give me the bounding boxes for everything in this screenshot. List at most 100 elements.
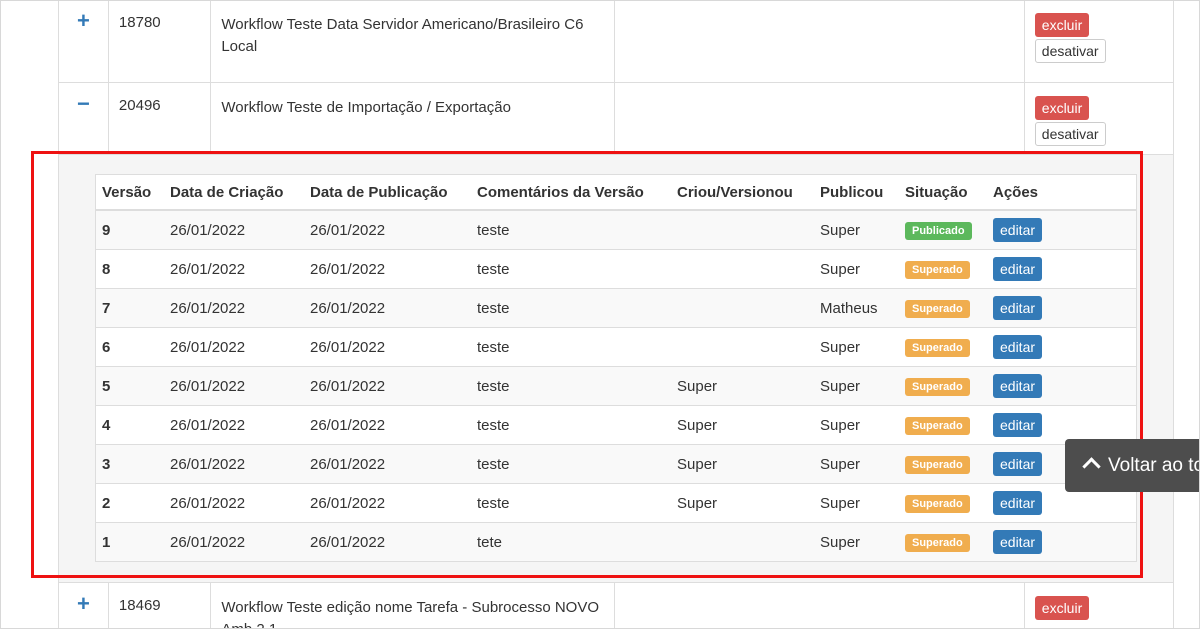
edit-button[interactable]: editar: [993, 374, 1043, 398]
creation-date: 26/01/2022: [164, 405, 304, 445]
creation-date: 26/01/2022: [164, 444, 304, 484]
collapse-minus-icon[interactable]: −: [77, 93, 90, 115]
version-comment: teste: [471, 405, 671, 445]
version-row: 3 26/01/2022 26/01/2022 teste Super Super Supe…: [95, 444, 1137, 484]
actions-cell: excluir: [1023, 582, 1175, 628]
creation-date: 26/01/2022: [164, 288, 304, 328]
expand-plus-icon[interactable]: +: [77, 593, 90, 615]
version-number: 8: [95, 249, 164, 289]
version-comment: teste: [471, 288, 671, 328]
publication-date: 26/01/2022: [304, 366, 471, 406]
publication-date: 26/01/2022: [304, 327, 471, 367]
version-row: 8 26/01/2022 26/01/2022 teste Super Superado e…: [95, 249, 1137, 289]
expand-plus-icon[interactable]: +: [77, 10, 90, 32]
status-badge: Superado: [905, 299, 970, 318]
expand-cell: +: [58, 1, 109, 83]
created-by: [671, 327, 814, 367]
version-number: 5: [95, 366, 164, 406]
edit-button[interactable]: editar: [993, 296, 1043, 320]
actions-cell: editar: [987, 327, 1137, 367]
workflow-row: + 18780 Workflow Teste Data Servidor Ame…: [58, 1, 1175, 83]
created-by: [671, 249, 814, 289]
publication-date: 26/01/2022: [304, 209, 471, 250]
published-by: Super: [814, 483, 899, 523]
workflow-id: 18469: [107, 582, 212, 628]
published-by: Super: [814, 444, 899, 484]
versions-expanded-row: Versão Data de Criação Data de Publicaçã…: [58, 154, 1174, 583]
published-by: Super: [814, 366, 899, 406]
workflow-id: 20496: [107, 82, 212, 155]
back-to-top-button[interactable]: Voltar ao topo: [1065, 439, 1199, 492]
workflow-table: + 18780 Workflow Teste Data Servidor Ame…: [58, 1, 1175, 628]
edit-button[interactable]: editar: [993, 335, 1043, 359]
edit-button[interactable]: editar: [993, 452, 1043, 476]
publication-date: 26/01/2022: [304, 483, 471, 523]
edit-button[interactable]: editar: [993, 218, 1043, 242]
disable-button[interactable]: desativar: [1034, 122, 1106, 146]
creation-date: 26/01/2022: [164, 366, 304, 406]
status-badge: Superado: [905, 455, 970, 474]
version-comment: teste: [471, 327, 671, 367]
status-cell: Superado: [899, 327, 987, 367]
workflow-name: Workflow Teste de Importação / Exportaçã…: [210, 82, 615, 155]
versions-header-row: Versão Data de Criação Data de Publicaçã…: [95, 174, 1137, 211]
publication-date: 26/01/2022: [304, 444, 471, 484]
page-frame: + 18780 Workflow Teste Data Servidor Ame…: [0, 0, 1200, 629]
published-by: Super: [814, 327, 899, 367]
col-data-criacao: Data de Criação: [164, 174, 304, 211]
version-row: 9 26/01/2022 26/01/2022 teste Super Publicado…: [95, 209, 1137, 250]
version-number: 3: [95, 444, 164, 484]
expand-cell: +: [58, 582, 109, 628]
status-badge: Superado: [905, 377, 970, 396]
status-cell: Publicado: [899, 209, 987, 250]
creation-date: 26/01/2022: [164, 249, 304, 289]
col-situacao: Situação: [899, 174, 987, 211]
status-cell: Superado: [899, 444, 987, 484]
actions-cell: editar: [987, 366, 1137, 406]
disable-button[interactable]: desativar: [1034, 39, 1106, 63]
col-criou: Criou/Versionou: [671, 174, 814, 211]
version-row: 7 26/01/2022 26/01/2022 teste Matheus Superad…: [95, 288, 1137, 328]
status-badge: Superado: [905, 416, 970, 435]
delete-button[interactable]: excluir: [1034, 596, 1090, 620]
created-by: [671, 522, 814, 562]
edit-button[interactable]: editar: [993, 257, 1043, 281]
actions-cell: editar: [987, 209, 1137, 250]
published-by: Super: [814, 522, 899, 562]
published-by: Super: [814, 209, 899, 250]
status-cell: Superado: [899, 288, 987, 328]
published-by: Super: [814, 405, 899, 445]
created-by: [671, 288, 814, 328]
col-publicou: Publicou: [814, 174, 899, 211]
empty-cell: [613, 1, 1025, 83]
workflow-name: Workflow Teste edição nome Tarefa - Subr…: [210, 582, 615, 628]
workflow-row: − 20496 Workflow Teste de Importação / E…: [58, 82, 1175, 155]
status-cell: Superado: [899, 483, 987, 523]
status-badge: Publicado: [905, 221, 972, 240]
creation-date: 26/01/2022: [164, 522, 304, 562]
creation-date: 26/01/2022: [164, 209, 304, 250]
edit-button[interactable]: editar: [993, 491, 1043, 515]
version-comment: teste: [471, 483, 671, 523]
status-badge: Superado: [905, 533, 970, 552]
version-number: 1: [95, 522, 164, 562]
created-by: Super: [671, 444, 814, 484]
version-number: 9: [95, 209, 164, 250]
status-cell: Superado: [899, 522, 987, 562]
creation-date: 26/01/2022: [164, 483, 304, 523]
version-row: 1 26/01/2022 26/01/2022 tete Super Superado ed…: [95, 522, 1137, 562]
edit-button[interactable]: editar: [993, 413, 1043, 437]
version-comment: teste: [471, 444, 671, 484]
status-cell: Superado: [899, 366, 987, 406]
publication-date: 26/01/2022: [304, 405, 471, 445]
versions-table: Versão Data de Criação Data de Publicaçã…: [95, 174, 1137, 562]
col-acoes: Ações: [987, 174, 1137, 211]
status-badge: Superado: [905, 338, 970, 357]
version-row: 5 26/01/2022 26/01/2022 teste Super Super Supe…: [95, 366, 1137, 406]
back-to-top-label: Voltar ao topo: [1108, 455, 1199, 476]
delete-button[interactable]: excluir: [1034, 13, 1090, 37]
edit-button[interactable]: editar: [993, 530, 1043, 554]
publication-date: 26/01/2022: [304, 522, 471, 562]
delete-button[interactable]: excluir: [1034, 96, 1090, 120]
version-number: 6: [95, 327, 164, 367]
